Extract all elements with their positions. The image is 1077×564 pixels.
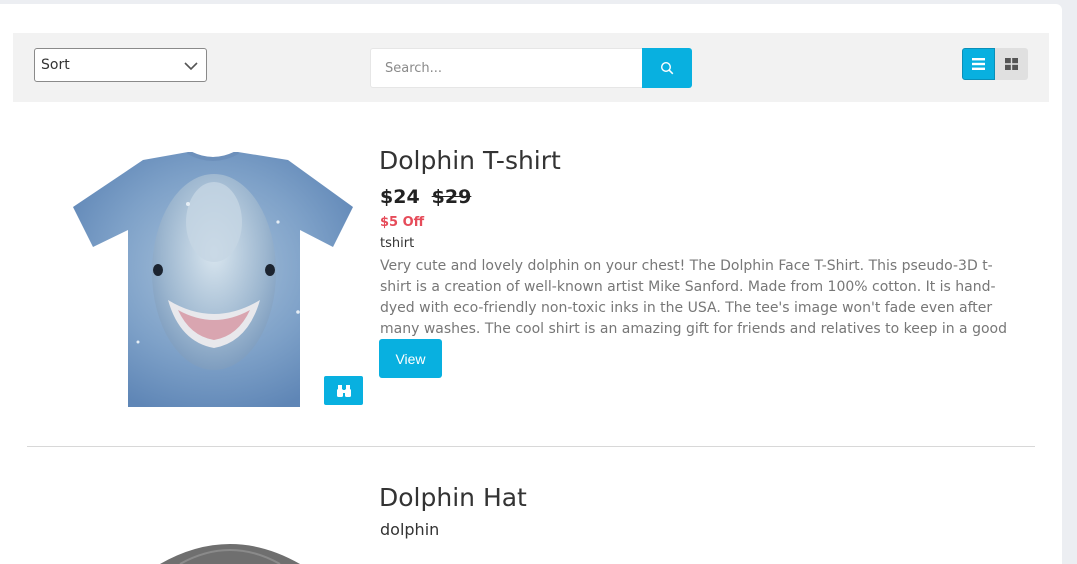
product-price: $24 $29	[380, 186, 471, 208]
dolphin-tshirt-image	[73, 152, 353, 407]
binoculars-icon	[336, 384, 351, 397]
list-view-button[interactable]	[962, 48, 995, 80]
content-panel: Sort Search... Dolphin T-shirt $24 $29 $…	[0, 4, 1062, 564]
view-button[interactable]: View	[379, 339, 442, 378]
search-icon	[660, 61, 674, 75]
product-category: tshirt	[380, 236, 415, 251]
chevron-down-icon	[184, 62, 198, 71]
old-price: $29	[431, 186, 472, 208]
product-title[interactable]: Dolphin Hat	[379, 483, 527, 512]
grid-view-button[interactable]	[995, 48, 1028, 80]
current-price: $24	[380, 186, 420, 208]
grid-icon	[1005, 58, 1018, 70]
search-input[interactable]	[370, 48, 642, 88]
search-bar	[370, 48, 692, 88]
sort-select[interactable]: Sort	[34, 48, 207, 82]
search-button[interactable]	[642, 48, 692, 88]
list-icon	[972, 58, 985, 70]
quick-view-button[interactable]	[324, 376, 363, 405]
product-category: dolphin	[380, 520, 440, 539]
sort-select-value: Sort	[41, 57, 70, 73]
toolbar: Sort	[13, 33, 1049, 102]
dolphin-hat-image[interactable]	[150, 534, 310, 564]
product-image[interactable]	[60, 140, 365, 430]
discount-label: $5 Off	[380, 215, 425, 230]
product-title[interactable]: Dolphin T-shirt	[379, 146, 561, 175]
view-toggle	[962, 48, 1028, 80]
product-description: Very cute and lovely dolphin on your che…	[380, 258, 1007, 358]
product-divider	[27, 446, 1035, 447]
